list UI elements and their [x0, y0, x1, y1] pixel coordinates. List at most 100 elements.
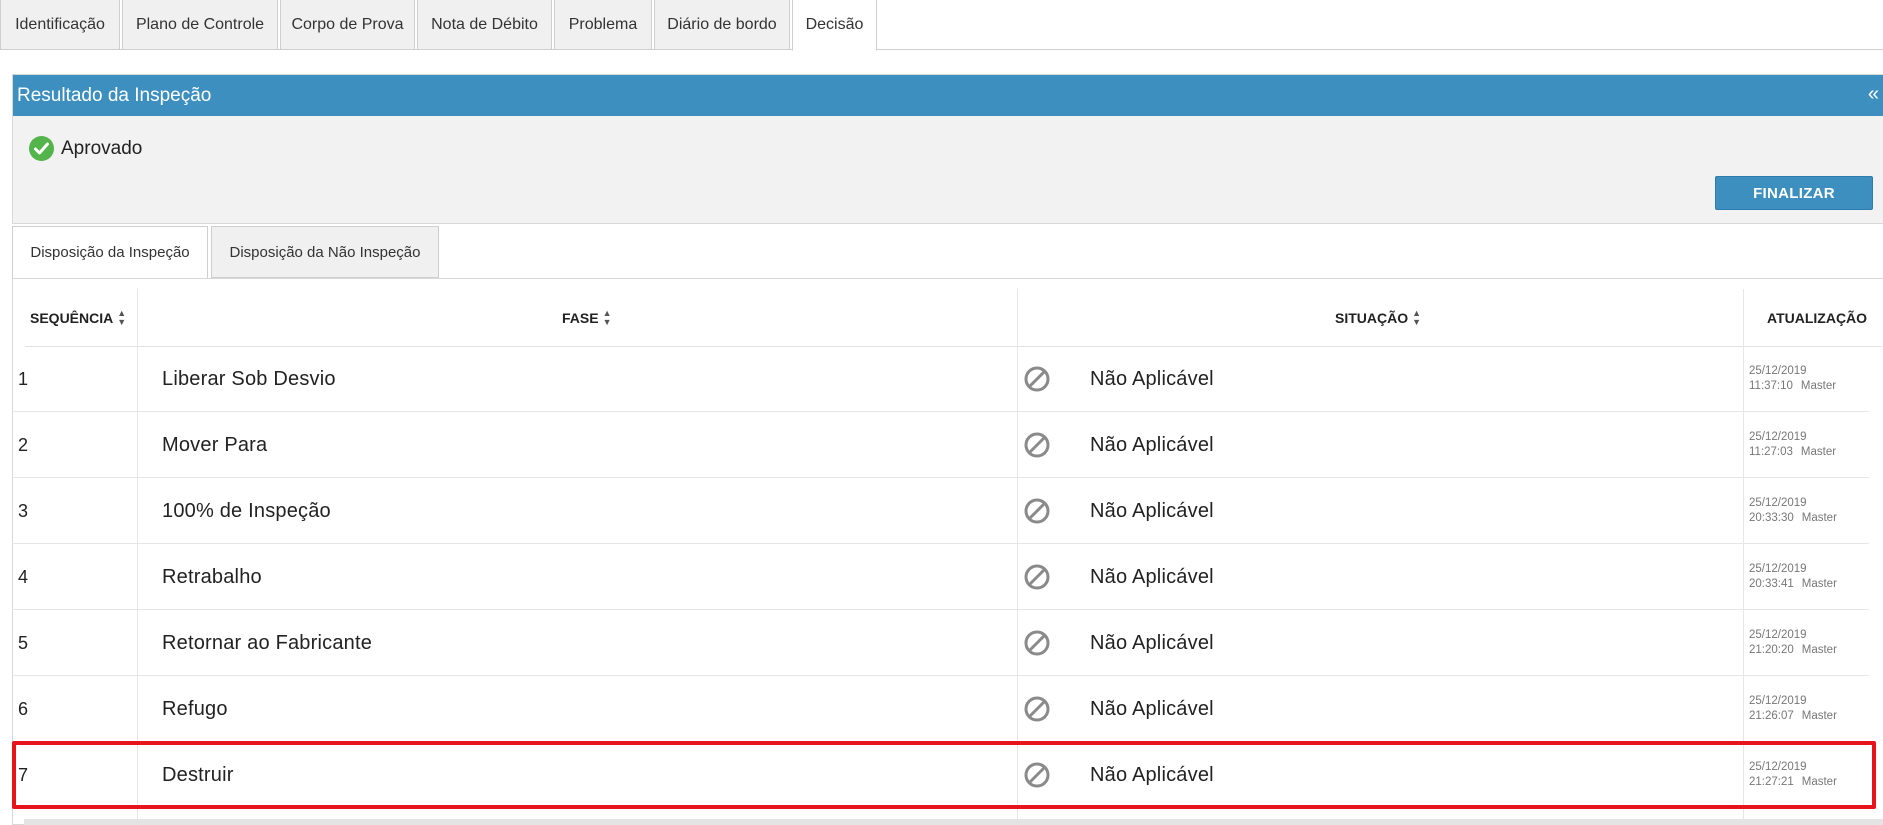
phase-cell: Liberar Sob Desvio: [162, 367, 336, 390]
top-tab-bar: Identificação Plano de Controle Corpo de…: [0, 0, 1883, 51]
updated-cell: 25/12/2019 21:20:20 Master: [1749, 610, 1837, 676]
column-header-label: SITUAÇÃO: [1335, 310, 1409, 326]
status-cell: Não Aplicável: [1090, 763, 1214, 786]
updated-time-user: 20:33:30 Master: [1749, 511, 1837, 526]
sequence-cell: 4: [18, 566, 29, 587]
not-applicable-icon: [1023, 346, 1051, 412]
updated-cell: 25/12/2019 11:37:10 Master: [1749, 346, 1836, 412]
updated-date: 25/12/2019: [1749, 563, 1807, 575]
status-cell: Não Aplicável: [1090, 499, 1214, 522]
result-panel-title: Resultado da Inspeção: [17, 84, 212, 106]
column-header-sequencia[interactable]: SEQUÊNCIA ▲ ▼: [30, 289, 126, 347]
updated-time: 21:20:20: [1749, 644, 1794, 656]
updated-time: 20:33:30: [1749, 512, 1794, 524]
column-header-fase[interactable]: FASE ▲ ▼: [562, 289, 612, 347]
horizontal-scrollbar[interactable]: [24, 819, 1883, 825]
tab-disposicao-da-nao-inspecao[interactable]: Disposição da Não Inspeção: [211, 226, 439, 278]
finalize-button[interactable]: FINALIZAR: [1715, 176, 1873, 210]
sequence-cell: 6: [18, 698, 29, 719]
phase-cell: Destruir: [162, 763, 234, 786]
table-row[interactable]: 3 100% de Inspeção Não Aplicável 25/12/2019…: [12, 478, 1869, 544]
phase-cell: Refugo: [162, 697, 228, 720]
updated-time-user: 21:26:07 Master: [1749, 709, 1837, 724]
result-panel: Resultado da Inspeção « Aprovado FINALIZ…: [12, 74, 1883, 224]
updated-date: 25/12/2019: [1749, 695, 1807, 707]
sequence-cell: 1: [18, 368, 29, 389]
not-applicable-icon: [1023, 610, 1051, 676]
updated-date: 25/12/2019: [1749, 761, 1807, 773]
sort-icon[interactable]: ▲ ▼: [117, 309, 126, 327]
tab-corpo-de-prova[interactable]: Corpo de Prova: [280, 0, 415, 50]
table-row[interactable]: 7 Destruir Não Aplicável 25/12/2019 21:27:21…: [12, 742, 1869, 808]
updated-time: 11:27:03: [1749, 446, 1793, 458]
sequence-cell: 3: [18, 500, 29, 521]
phase-cell: 100% de Inspeção: [162, 499, 331, 522]
sort-icon[interactable]: ▲ ▼: [1412, 309, 1421, 327]
check-circle-icon: [29, 136, 54, 161]
sequence-cell: 5: [18, 632, 29, 653]
column-header-situacao[interactable]: SITUAÇÃO ▲ ▼: [1335, 289, 1421, 347]
not-applicable-icon: [1023, 478, 1051, 544]
tab-plano-de-controle[interactable]: Plano de Controle: [122, 0, 278, 50]
tab-problema[interactable]: Problema: [554, 0, 652, 50]
tab-nota-de-debito[interactable]: Nota de Débito: [417, 0, 552, 50]
table-row[interactable]: 6 Refugo Não Aplicável 25/12/2019 21:26:07 Ma…: [12, 676, 1869, 742]
updated-time: 21:26:07: [1749, 710, 1794, 722]
status-cell: Não Aplicável: [1090, 631, 1214, 654]
status-label: Aprovado: [61, 137, 143, 159]
updated-time-user: 11:27:03 Master: [1749, 445, 1836, 460]
tab-disposicao-da-inspecao[interactable]: Disposição da Inspeção: [12, 226, 208, 279]
updated-time: 21:27:21: [1749, 776, 1794, 788]
updated-time: 11:37:10: [1749, 380, 1793, 392]
table-row[interactable]: 5 Retornar ao Fabricante Não Aplicável 25/1…: [12, 610, 1869, 676]
updated-user: Master: [1800, 446, 1837, 458]
updated-time-user: 11:37:10 Master: [1749, 379, 1836, 394]
status-cell: Não Aplicável: [1090, 565, 1214, 588]
updated-cell: 25/12/2019 21:27:21 Master: [1749, 742, 1837, 808]
double-chevron-left-icon[interactable]: «: [1868, 83, 1879, 106]
updated-time-user: 20:33:41 Master: [1749, 577, 1837, 592]
result-status: Aprovado: [29, 136, 142, 161]
status-cell: Não Aplicável: [1090, 433, 1214, 456]
updated-cell: 25/12/2019 20:33:30 Master: [1749, 478, 1837, 544]
table-row[interactable]: 1 Liberar Sob Desvio Não Aplicável 25/12/20…: [12, 346, 1869, 412]
updated-user: Master: [1801, 776, 1837, 788]
updated-user: Master: [1801, 644, 1837, 656]
updated-cell: 25/12/2019 20:33:41 Master: [1749, 544, 1837, 610]
table-row[interactable]: 2 Mover Para Não Aplicável 25/12/2019 11:27:…: [12, 412, 1869, 478]
not-applicable-icon: [1023, 742, 1051, 808]
updated-date: 25/12/2019: [1749, 497, 1807, 509]
sequence-cell: 2: [18, 434, 29, 455]
updated-user: Master: [1800, 380, 1837, 392]
phase-cell: Mover Para: [162, 433, 268, 456]
status-cell: Não Aplicável: [1090, 367, 1214, 390]
updated-date: 25/12/2019: [1749, 629, 1807, 641]
not-applicable-icon: [1023, 676, 1051, 742]
tab-decisao[interactable]: Decisão: [792, 0, 877, 51]
result-panel-header: Resultado da Inspeção «: [13, 75, 1883, 116]
sort-icon[interactable]: ▲ ▼: [603, 309, 612, 327]
column-header-label: FASE: [562, 310, 599, 326]
updated-cell: 25/12/2019 21:26:07 Master: [1749, 676, 1837, 742]
status-cell: Não Aplicável: [1090, 697, 1214, 720]
not-applicable-icon: [1023, 412, 1051, 478]
column-header-atualizacao: ATUALIZAÇÃO: [1767, 289, 1867, 347]
updated-time: 20:33:41: [1749, 578, 1794, 590]
updated-user: Master: [1801, 710, 1837, 722]
tab-identificacao[interactable]: Identificação: [0, 0, 120, 50]
table-header: SEQUÊNCIA ▲ ▼ FASE ▲ ▼ SITUAÇÃO ▲ ▼ ATUALIZ…: [25, 289, 1882, 347]
updated-date: 25/12/2019: [1749, 365, 1807, 377]
updated-time-user: 21:27:21 Master: [1749, 775, 1837, 790]
not-applicable-icon: [1023, 544, 1051, 610]
column-header-label: SEQUÊNCIA: [30, 310, 114, 326]
table-row[interactable]: 4 Retrabalho Não Aplicável 25/12/2019 20:33:…: [12, 544, 1869, 610]
updated-time-user: 21:20:20 Master: [1749, 643, 1837, 658]
phase-cell: Retornar ao Fabricante: [162, 631, 373, 654]
tab-diario-de-bordo[interactable]: Diário de bordo: [654, 0, 790, 50]
updated-user: Master: [1801, 578, 1837, 590]
column-header-label: ATUALIZAÇÃO: [1767, 310, 1868, 326]
phase-cell: Retrabalho: [162, 565, 262, 588]
updated-date: 25/12/2019: [1749, 431, 1807, 443]
updated-cell: 25/12/2019 11:27:03 Master: [1749, 412, 1836, 478]
updated-user: Master: [1801, 512, 1837, 524]
